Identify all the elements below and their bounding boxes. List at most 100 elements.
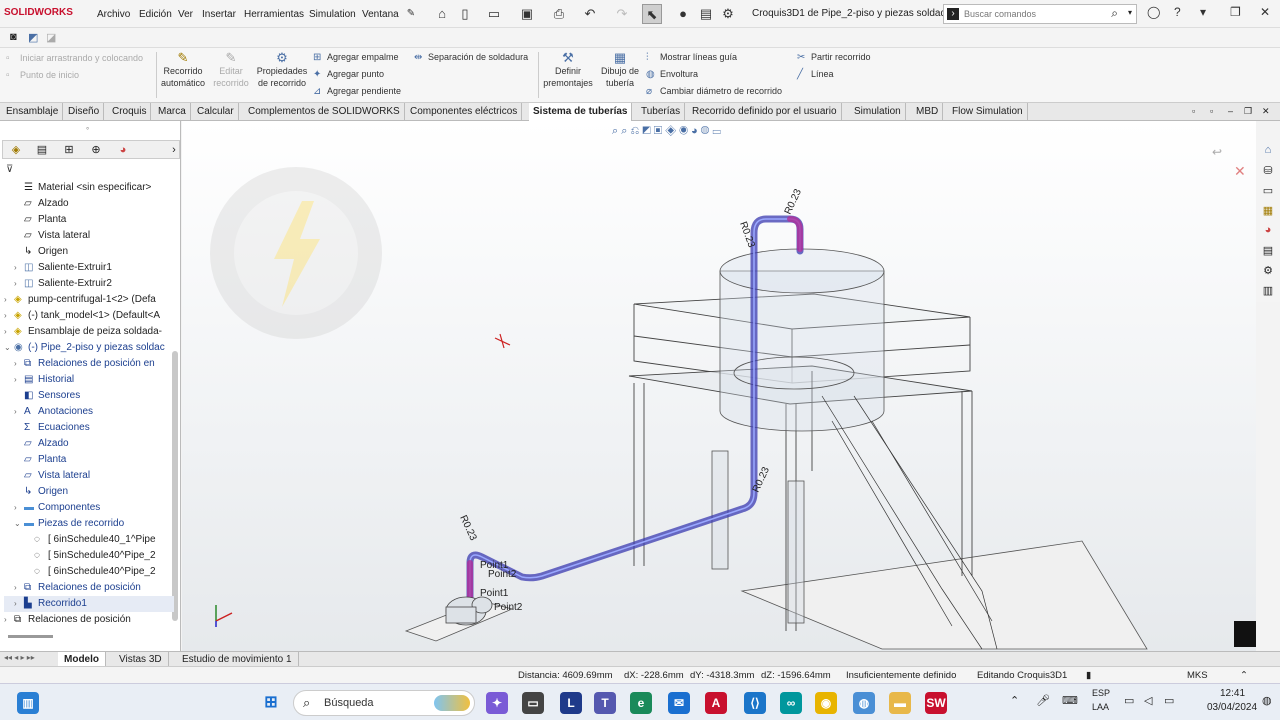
collapse-icon[interactable]: ⌄ — [4, 340, 14, 356]
save-icon[interactable]: ▣ — [517, 4, 537, 24]
file-explorer-icon[interactable]: ▭ — [1259, 184, 1277, 200]
tree-item-material[interactable]: ☰ Material <sin especificar> — [4, 180, 174, 196]
expand-icon[interactable]: › — [14, 260, 24, 276]
view-palette-icon[interactable]: ▦ — [1259, 204, 1277, 220]
custom-properties-icon[interactable]: ▤ — [1259, 244, 1277, 260]
tab-ensamblaje[interactable]: Ensamblaje — [2, 103, 64, 121]
tree-item-saliente-extruir1[interactable]: › ◫ Saliente-Extruir1 — [4, 260, 174, 276]
results-icon[interactable]: ▥ — [1259, 284, 1277, 300]
tab-vistas-3d[interactable]: Vistas 3D — [113, 652, 169, 667]
taskbar-search[interactable]: ⌕ Búsqueda — [293, 690, 475, 716]
dimxpert-tab-icon[interactable]: ⊕ — [87, 142, 105, 158]
tree-item-vista-lateral[interactable]: ▱ Vista lateral — [4, 228, 174, 244]
home-icon[interactable]: ⌂ — [432, 4, 452, 24]
tree-item-ensamblaje-soldada[interactable]: › ◈ Ensamblaje de peiza soldada- — [4, 324, 174, 340]
expand-icon[interactable]: › — [4, 612, 14, 628]
definir-premontajes-button[interactable]: ⚒ Definir premontajes — [541, 51, 595, 89]
select-cursor-icon[interactable]: ⬉ — [642, 4, 662, 24]
microphone-icon[interactable]: 🎤︎ — [1036, 694, 1050, 707]
tab-sistema-tuberias[interactable]: Sistema de tuberías — [529, 103, 633, 121]
tab-complementos[interactable]: Complementos de SOLIDWORKS — [244, 103, 405, 121]
zoom-to-fit-icon[interactable]: ⌕ — [612, 125, 618, 137]
new-document-icon[interactable]: ▯ — [455, 4, 475, 24]
traffic-light-icon[interactable]: ● — [673, 4, 693, 24]
punto-de-inicio-button[interactable]: ▫ Punto de inicio — [6, 70, 79, 81]
tab-simulation[interactable]: Simulation — [850, 103, 906, 121]
tab-nav-arrows-icon[interactable]: ◂◂ ◂ ▸ ▸▸ — [4, 653, 35, 662]
search-icon[interactable]: ⌕ — [1111, 6, 1118, 21]
tree-item-tank[interactable]: › ◈ (-) tank_model<1> (Default<A — [4, 308, 174, 324]
open-icon[interactable]: ▭ — [484, 4, 504, 24]
feature-manager-tab-icon[interactable]: ◈ — [7, 142, 25, 158]
keyboard-icon[interactable]: ⌨ — [1062, 694, 1078, 707]
solidworks-forum-icon[interactable]: ⚙ — [1259, 264, 1277, 280]
tree-item-componentes[interactable]: › ▬ Componentes — [4, 500, 174, 516]
edge-icon[interactable]: e — [630, 692, 652, 714]
language-indicator[interactable]: ESP — [1092, 688, 1110, 698]
file-properties-icon[interactable]: ▤ — [696, 4, 716, 24]
notifications-icon[interactable]: ◍ — [1262, 694, 1272, 707]
recorrido-automatico-button[interactable]: ✎ Recorrido automático — [160, 51, 206, 89]
tree-item-planta-2[interactable]: ▱ Planta — [4, 452, 174, 468]
filter-icon[interactable]: ⊽ — [6, 164, 13, 175]
command-search-input[interactable]: › Buscar comandos ⌕ ▾ — [943, 4, 1137, 24]
close-doc-icon[interactable]: ✕ — [1262, 106, 1270, 117]
clock-time[interactable]: 12:41 — [1220, 688, 1245, 699]
linea-button[interactable]: ╱ Línea — [797, 69, 834, 80]
display-manager-tab-icon[interactable]: ◕ — [114, 142, 132, 158]
mostrar-lineas-guia-button[interactable]: ⫶ Mostrar líneas guía — [646, 52, 737, 63]
agregar-empalme-button[interactable]: ⊞ Agregar empalme — [313, 52, 399, 63]
tree-item-alzado[interactable]: ▱ Alzado — [4, 196, 174, 212]
tree-item-vista-lateral-2[interactable]: ▱ Vista lateral — [4, 468, 174, 484]
envoltura-button[interactable]: ◍ Envoltura — [646, 69, 698, 80]
tab-componentes-electricos[interactable]: Componentes eléctricos — [406, 103, 523, 121]
tree-item-planta[interactable]: ▱ Planta — [4, 212, 174, 228]
expand-icon[interactable]: › — [4, 324, 14, 340]
tree-item-pipe-6in-2[interactable]: ◌ [ 6inSchedule40^Pipe_2 — [4, 564, 174, 580]
sketch-tool-icon[interactable]: ◩ — [28, 31, 38, 44]
pin-icon[interactable]: ✎ — [401, 4, 421, 24]
solidworks-resources-icon[interactable]: ⌂ — [1259, 144, 1277, 160]
display-style-icon[interactable]: ◈ — [665, 125, 676, 137]
expand-icon[interactable]: › — [14, 372, 24, 388]
expand-icon[interactable]: › — [14, 500, 24, 516]
restore-doc-icon[interactable]: ❐ — [1244, 106, 1252, 117]
search-dropdown-icon[interactable]: ▾ — [1128, 8, 1132, 17]
tree-item-ecuaciones[interactable]: Σ Ecuaciones — [4, 420, 174, 436]
dibujo-tuberia-button[interactable]: ▦ Dibujo de tubería — [598, 51, 642, 89]
app-icon[interactable]: ◍ — [853, 692, 875, 714]
tree-item-pipe-5in[interactable]: ◌ [ 5inSchedule40^Pipe_2 — [4, 548, 174, 564]
agregar-punto-button[interactable]: ✦ Agregar punto — [313, 69, 384, 80]
tree-item-pump[interactable]: › ◈ pump-centrifugal-1<2> (Defa — [4, 292, 174, 308]
tree-item-pipe-6in-1[interactable]: ◌ [ 6inSchedule40_1^Pipe — [4, 532, 174, 548]
tree-item-historial[interactable]: › ▤ Historial — [4, 372, 174, 388]
iniciar-arrastrando-button[interactable]: ▫ Iniciar arrastrando y colocando — [6, 53, 143, 64]
tree-item-pipe2[interactable]: ⌄ ◉ (-) Pipe_2-piso y piezas soldac — [4, 340, 174, 356]
rebuild-icon[interactable]: ▮ — [1086, 670, 1091, 681]
partir-recorrido-button[interactable]: ✂ Partir recorrido — [797, 52, 871, 63]
menu-herramientas[interactable]: Herramientas — [244, 9, 304, 20]
chrome-icon[interactable]: ◉ — [815, 692, 837, 714]
tree-item-anotaciones[interactable]: › A Anotaciones — [4, 404, 174, 420]
graphics-area[interactable]: R0.23 R0.23 R0.23 R0.23 Point1 Point2 Po… — [182, 121, 1256, 651]
tree-item-relaciones-posicion-root[interactable]: › ⧉ Relaciones de posición — [4, 612, 174, 628]
tree-item-saliente-extruir2[interactable]: › ◫ Saliente-Extruir2 — [4, 276, 174, 292]
edit-appearance-icon[interactable]: ◕ — [691, 125, 698, 137]
tree-item-relaciones-posicion[interactable]: › ⧉ Relaciones de posición — [4, 580, 174, 596]
options-gear-icon[interactable]: ⚙ — [718, 4, 738, 24]
cambiar-diametro-button[interactable]: ⌀ Cambiar diámetro de recorrido — [646, 86, 782, 97]
acrobat-icon[interactable]: A — [705, 692, 727, 714]
configuration-manager-tab-icon[interactable]: ⊞ — [60, 142, 78, 158]
tab-marca[interactable]: Marca — [154, 103, 191, 121]
collapse-icon[interactable]: ⌄ — [14, 516, 24, 532]
status-units[interactable]: MKS — [1187, 670, 1208, 681]
expand-panel-icon[interactable]: › — [165, 142, 183, 158]
tab-tuberias[interactable]: Tuberías — [637, 103, 686, 121]
tree-item-origen[interactable]: ↳ Origen — [4, 244, 174, 260]
tree-item-sensores[interactable]: ◧ Sensores — [4, 388, 174, 404]
clock-date[interactable]: 03/04/2024 — [1207, 702, 1257, 713]
tile-vertical-icon[interactable]: ▫ — [1210, 106, 1213, 116]
volume-icon[interactable]: ◁ — [1144, 694, 1152, 707]
tab-recorrido-definido[interactable]: Recorrido definido por el usuario — [688, 103, 842, 121]
apply-scene-icon[interactable]: ◍ — [701, 125, 710, 137]
